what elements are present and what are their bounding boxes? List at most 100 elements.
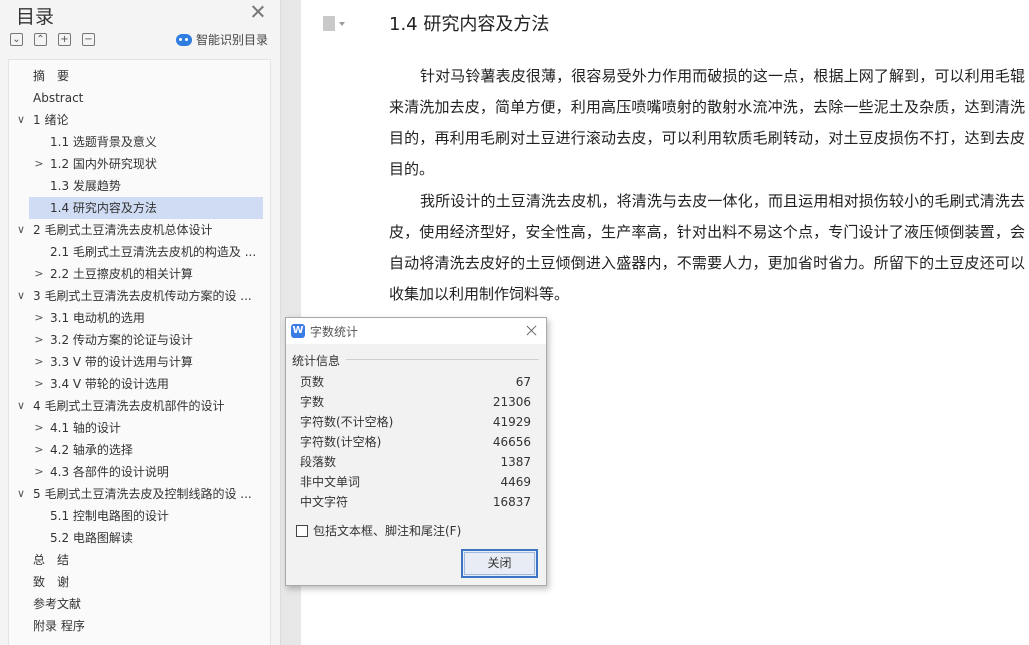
toc-item-label: 1.4 研究内容及方法 [50, 201, 157, 215]
toc-item-3-1[interactable]: >3.1 电动机的选用 [9, 307, 271, 329]
toc-item-label: 4 毛刷式土豆清洗去皮机部件的设计 [33, 399, 225, 413]
collapse-all-icon[interactable]: ⌃ [34, 33, 47, 46]
toc-item-label: 1.1 选题背景及意义 [50, 135, 157, 149]
toc-item-summary[interactable]: 总 结 [9, 549, 271, 571]
stat-label: 字符数(计空格) [300, 435, 382, 449]
toc-item-label: 2.2 土豆擦皮机的相关计算 [50, 267, 193, 281]
toc-item-4-2[interactable]: >4.2 轴承的选择 [9, 439, 271, 461]
close-icon[interactable] [250, 4, 266, 20]
toc-item-label: 3.2 传动方案的论证与设计 [50, 333, 193, 347]
chevron-right-icon[interactable]: > [33, 153, 45, 175]
toc-item-label: 4.2 轴承的选择 [50, 443, 133, 457]
stat-label: 页数 [300, 375, 325, 389]
toc-item-label: 4.3 各部件的设计说明 [50, 465, 169, 479]
stat-value: 1387 [500, 455, 531, 469]
chevron-down-icon[interactable]: ∨ [15, 285, 27, 307]
toc-item-label: 3.3 V 带的设计选用与计算 [50, 355, 193, 369]
toc-item-appendix[interactable]: 附录 程序 [9, 615, 271, 637]
toc-item-3-2[interactable]: >3.2 传动方案的论证与设计 [9, 329, 271, 351]
stats-group-title: 统计信息 [292, 354, 341, 368]
chevron-right-icon[interactable]: > [33, 417, 45, 439]
toc-item-ch2[interactable]: ∨ 2 毛刷式土豆清洗去皮机总体设计 [9, 219, 271, 241]
stat-value: 41929 [492, 415, 531, 429]
toc-item-label: 2 毛刷式土豆清洗去皮机总体设计 [33, 223, 213, 237]
toc-item-abstract[interactable]: Abstract [9, 87, 271, 109]
remove-heading-icon[interactable]: − [82, 33, 95, 46]
close-icon[interactable] [525, 324, 538, 337]
smart-toc-label: 智能识别目录 [196, 33, 269, 47]
toc-item-label: 1.3 发展趋势 [50, 179, 121, 193]
body-paragraph: 针对马铃薯表皮很薄，很容易受外力作用而破损的这一点，根据上网了解到，可以利用毛辊… [389, 67, 1025, 178]
stat-value: 67 [515, 375, 531, 389]
toc-item-3-3[interactable]: >3.3 V 带的设计选用与计算 [9, 351, 271, 373]
toc-sidebar: 目录 ⌄ ⌃ + − 智能识别目录 摘 要 Abstract ∨ 1 绪论 1.1… [0, 0, 281, 645]
toc-item-ch1[interactable]: ∨ 1 绪论 [9, 109, 271, 131]
chevron-right-icon[interactable]: > [33, 263, 45, 285]
toc-item-label: 5.2 电路图解读 [50, 531, 133, 545]
toc-item-label: 摘 要 [33, 69, 70, 83]
toc-item-abstract-cn[interactable]: 摘 要 [9, 65, 271, 87]
toc-item-ch3[interactable]: ∨ 3 毛刷式土豆清洗去皮机传动方案的设 ... [9, 285, 271, 307]
toc-item-label: 2.1 毛刷式土豆清洗去皮机的构造及 ... [50, 245, 257, 259]
close-button[interactable]: 关闭 [461, 549, 538, 578]
toc-item-1-1[interactable]: 1.1 选题背景及意义 [9, 131, 271, 153]
toc-item-label: 3.4 V 带轮的设计选用 [50, 377, 169, 391]
toc-item-4-1[interactable]: >4.1 轴的设计 [9, 417, 271, 439]
stat-row-chars-no-space: 字符数(不计空格) 41929 [300, 412, 531, 432]
include-textboxes-checkbox[interactable] [296, 525, 308, 537]
stat-row-words: 字数 21306 [300, 392, 531, 412]
stat-row-chars-with-space: 字符数(计空格) 46656 [300, 432, 531, 452]
chevron-right-icon[interactable]: > [33, 307, 45, 329]
toc-item-5-2[interactable]: 5.2 电路图解读 [9, 527, 271, 549]
expand-all-icon[interactable]: ⌄ [10, 33, 23, 46]
toc-item-label: 1 绪论 [33, 113, 69, 127]
add-heading-icon[interactable]: + [58, 33, 71, 46]
toc-item-ch5[interactable]: ∨ 5 毛刷式土豆清洗去皮及控制线路的设 ... [9, 483, 271, 505]
document-icon[interactable] [323, 16, 345, 31]
toc-item-label: 3.1 电动机的选用 [50, 311, 145, 325]
stat-label: 非中文单词 [300, 475, 361, 489]
toc-item-1-3[interactable]: 1.3 发展趋势 [9, 175, 271, 197]
toc-item-2-2[interactable]: >2.2 土豆擦皮机的相关计算 [9, 263, 271, 285]
chevron-down-icon[interactable]: ∨ [15, 219, 27, 241]
stat-row-chinese-chars: 中文字符 16837 [300, 492, 531, 512]
chevron-down-icon[interactable]: ∨ [15, 483, 27, 505]
divider [346, 359, 539, 360]
stat-value: 46656 [492, 435, 531, 449]
toc-item-label: 1.2 国内外研究现状 [50, 157, 157, 171]
toc-item-1-2[interactable]: >1.2 国内外研究现状 [9, 153, 271, 175]
stat-value: 16837 [492, 495, 531, 509]
toc-item-2-1[interactable]: 2.1 毛刷式土豆清洗去皮机的构造及 ... [9, 241, 271, 263]
toc-item-3-4[interactable]: >3.4 V 带轮的设计选用 [9, 373, 271, 395]
dialog-titlebar[interactable]: W 字数统计 [286, 318, 546, 344]
toc-item-4-3[interactable]: >4.3 各部件的设计说明 [9, 461, 271, 483]
toc-item-1-4[interactable]: 1.4 研究内容及方法 [29, 197, 263, 219]
checkbox-label[interactable]: 包括文本框、脚注和尾注(F) [313, 522, 461, 539]
chevron-right-icon[interactable]: > [33, 461, 45, 483]
section-heading: 1.4 研究内容及方法 [389, 14, 550, 35]
toc-item-thanks[interactable]: 致 谢 [9, 571, 271, 593]
stat-label: 字数 [300, 395, 325, 409]
toc-item-label: 4.1 轴的设计 [50, 421, 121, 435]
robot-icon [176, 33, 192, 46]
stat-label: 中文字符 [300, 495, 349, 509]
toc-item-label: 致 谢 [33, 575, 70, 589]
toc-item-label: Abstract [33, 91, 84, 105]
chevron-down-icon[interactable]: ∨ [15, 109, 27, 131]
wps-logo-icon: W [291, 324, 305, 338]
stat-label: 段落数 [300, 455, 337, 469]
toc-item-label: 参考文献 [33, 597, 82, 611]
chevron-down-icon[interactable]: ∨ [15, 395, 27, 417]
toc-item-5-1[interactable]: 5.1 控制电路图的设计 [9, 505, 271, 527]
stat-row-non-chinese-words: 非中文单词 4469 [300, 472, 531, 492]
stat-value: 4469 [500, 475, 531, 489]
chevron-right-icon[interactable]: > [33, 439, 45, 461]
toc-item-label: 3 毛刷式土豆清洗去皮机传动方案的设 ... [33, 289, 252, 303]
toc-item-ch4[interactable]: ∨ 4 毛刷式土豆清洗去皮机部件的设计 [9, 395, 271, 417]
chevron-right-icon[interactable]: > [33, 351, 45, 373]
chevron-right-icon[interactable]: > [33, 373, 45, 395]
chevron-right-icon[interactable]: > [33, 329, 45, 351]
stat-row-pages: 页数 67 [300, 372, 531, 392]
toc-item-references[interactable]: 参考文献 [9, 593, 271, 615]
smart-toc-button[interactable]: 智能识别目录 [176, 31, 268, 48]
